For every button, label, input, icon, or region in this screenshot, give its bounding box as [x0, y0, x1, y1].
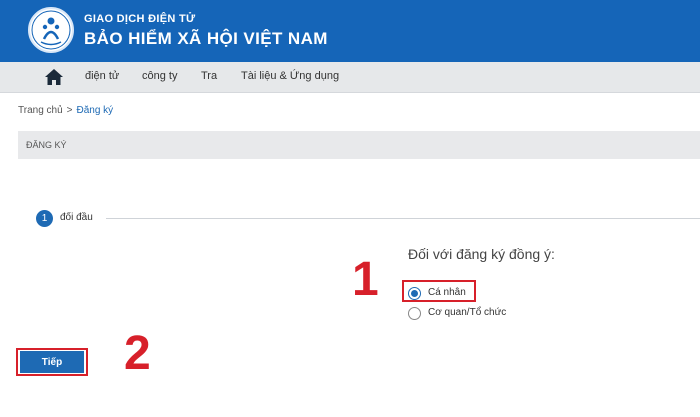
nav-item-tra[interactable]: Tra [201, 70, 217, 82]
step-label: đối đầu [60, 212, 93, 223]
breadcrumb-current[interactable]: Đăng ký [77, 105, 114, 116]
family-emblem-logo-icon [31, 10, 71, 50]
nav-item-tai-lieu[interactable]: Tài liệu & Ứng dụng [241, 70, 339, 82]
annotation-marker-1: 1 [352, 253, 379, 306]
radio-label-co-quan[interactable]: Cơ quan/Tổ chức [428, 307, 506, 318]
brand-subtitle: GIAO DỊCH ĐIỆN TỬ [84, 13, 196, 25]
radio-button-co-quan[interactable] [408, 307, 421, 320]
site-header: GIAO DỊCH ĐIỆN TỬ BẢO HIỂM XÃ HỘI VIỆT N… [0, 0, 700, 62]
section-title: ĐĂNG KÝ [26, 140, 67, 150]
annotation-marker-2: 2 [124, 327, 151, 380]
next-button[interactable]: Tiếp [20, 351, 84, 373]
nav-item-dien-tu[interactable]: điện tử [85, 70, 119, 82]
home-icon[interactable] [44, 68, 64, 86]
section-header: ĐĂNG KÝ [18, 131, 700, 159]
step-divider [106, 218, 700, 219]
logo[interactable] [28, 7, 74, 53]
breadcrumb-separator: > [66, 105, 73, 116]
annotation-highlight-ca-nhan [402, 280, 476, 302]
nav-item-cong-ty[interactable]: công ty [142, 70, 177, 82]
registration-question: Đối với đăng ký đồng ý: [408, 246, 555, 262]
brand-title: BẢO HIỂM XÃ HỘI VIỆT NAM [84, 29, 328, 48]
breadcrumb-home[interactable]: Trang chủ [18, 105, 63, 116]
step-number-badge: 1 [36, 210, 53, 227]
main-nav: điện tử công ty Tra Tài liệu & Ứng dụng [0, 62, 700, 93]
breadcrumb: Trang chủ > Đăng ký [18, 105, 113, 116]
